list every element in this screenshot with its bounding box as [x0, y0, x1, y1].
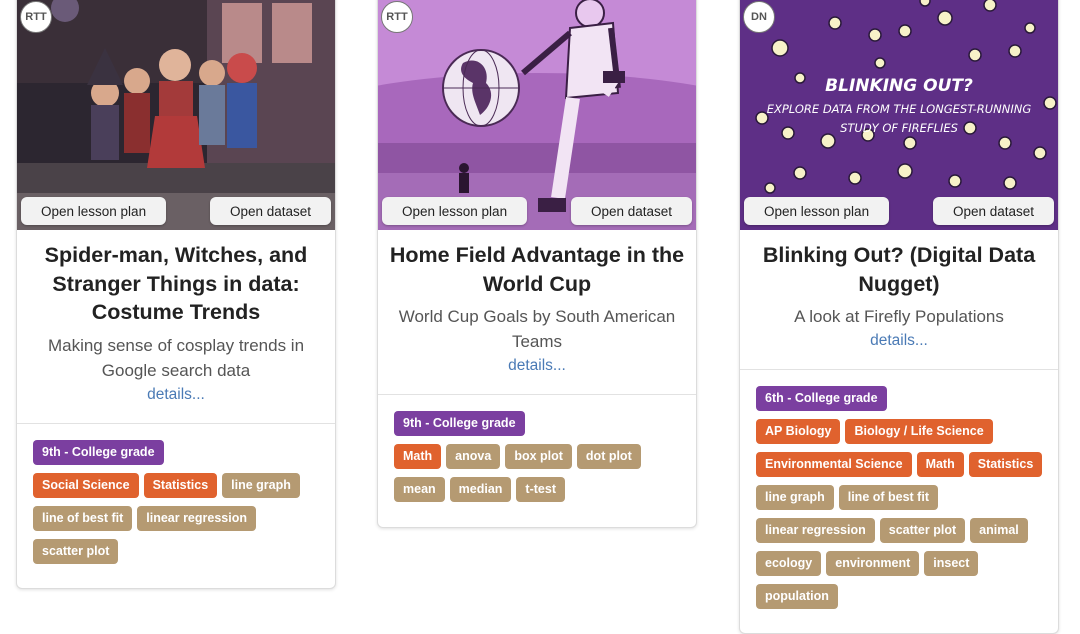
card-subtitle: Making sense of cosplay trends in Google…: [47, 335, 305, 380]
card-title[interactable]: Home Field Advantage in the World Cup: [388, 241, 686, 298]
topic-tag[interactable]: dot plot: [576, 444, 641, 469]
topic-tag[interactable]: box plot: [505, 444, 572, 469]
rtt-logo-badge: RTT: [20, 1, 52, 33]
topic-tag[interactable]: mean: [394, 477, 445, 502]
grade-tag[interactable]: 6th - College grade: [756, 386, 887, 411]
topic-tag[interactable]: line graph: [222, 472, 300, 498]
subject-tag[interactable]: Statistics: [143, 472, 218, 498]
card-thumbnail[interactable]: RTT Open lesson plan Open dataset: [17, 0, 335, 230]
topic-tag[interactable]: insect: [924, 551, 979, 576]
subject-tag[interactable]: Environmental Science: [756, 452, 912, 477]
topic-tag[interactable]: linear regression: [137, 505, 256, 531]
topic-tag[interactable]: environment: [826, 551, 920, 576]
subject-tag[interactable]: Statistics: [968, 452, 1043, 477]
tag-list: 6th - College grade AP Biology Biology /…: [740, 370, 1058, 627]
subject-tag[interactable]: AP Biology: [756, 419, 841, 444]
topic-tag[interactable]: linear regression: [756, 518, 875, 543]
card-thumbnail[interactable]: RTT Open lesson plan Open dataset: [378, 0, 696, 230]
open-lesson-plan-button[interactable]: Open lesson plan: [744, 197, 890, 225]
topic-tag[interactable]: population: [756, 584, 838, 609]
open-dataset-button[interactable]: Open dataset: [932, 197, 1054, 225]
rtt-logo-badge: RTT: [381, 1, 413, 33]
firefly-illustration: BLINKING OUT? EXPLORE DATA FROM THE LONG…: [740, 0, 1058, 230]
grade-tag[interactable]: 9th - College grade: [33, 439, 164, 465]
card-title[interactable]: Spider-man, Witches, and Stranger Things…: [27, 241, 325, 327]
image-title: BLINKING OUT?: [825, 76, 973, 96]
costume-illustration: [17, 0, 335, 230]
grade-tag[interactable]: 9th - College grade: [394, 411, 525, 436]
lesson-card-fireflies: BLINKING OUT? EXPLORE DATA FROM THE LONG…: [739, 0, 1059, 634]
card-subtitle: A look at Firefly Populations: [794, 307, 1004, 326]
open-lesson-plan-button[interactable]: Open lesson plan: [382, 197, 528, 225]
card-title[interactable]: Blinking Out? (Digital Data Nugget): [750, 241, 1048, 298]
data-nugget-logo-badge: DN: [743, 1, 775, 33]
image-subtitle-line-1: EXPLORE DATA FROM THE LONGEST-RUNNING: [767, 102, 1032, 116]
tag-list: 9th - College grade Math anova box plot …: [378, 395, 696, 520]
subject-tag[interactable]: Social Science: [33, 472, 139, 498]
open-lesson-plan-button[interactable]: Open lesson plan: [21, 197, 167, 225]
topic-tag[interactable]: line graph: [756, 485, 834, 510]
soccer-illustration: [378, 0, 696, 230]
subject-tag[interactable]: Math: [394, 444, 442, 469]
image-subtitle-line-2: STUDY OF FIREFLIES: [840, 121, 958, 135]
topic-tag[interactable]: line of best fit: [838, 485, 938, 510]
subject-tag[interactable]: Biology / Life Science: [845, 419, 993, 444]
topic-tag[interactable]: anova: [446, 444, 501, 469]
details-link[interactable]: details...: [870, 329, 928, 353]
topic-tag[interactable]: scatter plot: [879, 518, 966, 543]
details-link[interactable]: details...: [508, 354, 566, 378]
topic-tag[interactable]: scatter plot: [33, 538, 119, 564]
card-subtitle: World Cup Goals by South American Teams: [398, 307, 676, 351]
topic-tag[interactable]: animal: [970, 518, 1028, 543]
card-thumbnail[interactable]: BLINKING OUT? EXPLORE DATA FROM THE LONG…: [740, 0, 1058, 230]
topic-tag[interactable]: median: [449, 477, 512, 502]
topic-tag[interactable]: ecology: [756, 551, 822, 576]
lesson-card-costume-trends: RTT Open lesson plan Open dataset Spider…: [16, 0, 336, 589]
tag-list: 9th - College grade Social Science Stati…: [17, 424, 335, 582]
topic-tag[interactable]: t-test: [516, 477, 565, 502]
subject-tag[interactable]: Math: [916, 452, 964, 477]
details-link[interactable]: details...: [147, 383, 205, 407]
topic-tag[interactable]: line of best fit: [33, 505, 133, 531]
lesson-card-world-cup: RTT Open lesson plan Open dataset Home F…: [377, 0, 697, 528]
open-dataset-button[interactable]: Open dataset: [570, 197, 692, 225]
open-dataset-button[interactable]: Open dataset: [209, 197, 331, 225]
